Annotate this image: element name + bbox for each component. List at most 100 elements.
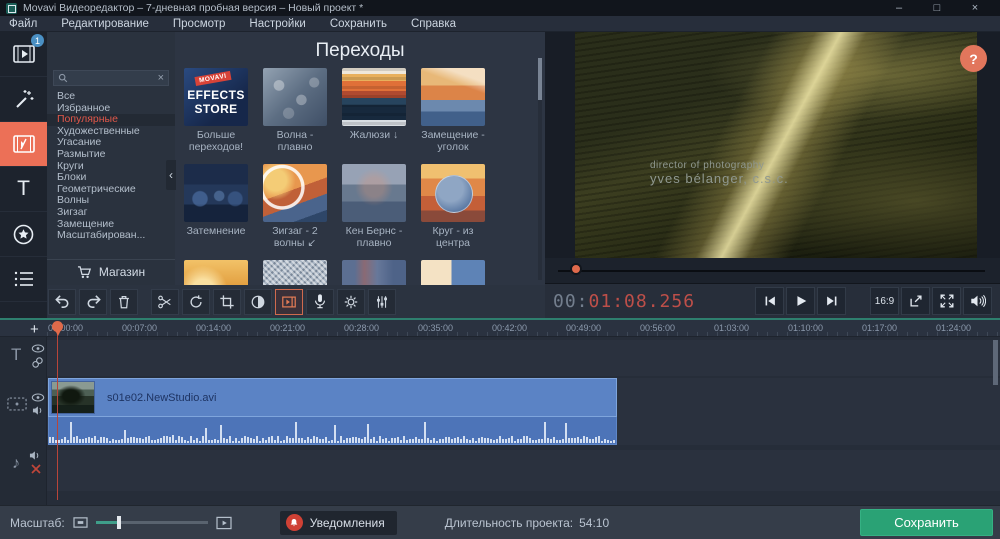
undo-button[interactable] bbox=[48, 289, 76, 315]
waveform-bar bbox=[352, 437, 354, 443]
playhead-line[interactable] bbox=[57, 324, 58, 500]
category-item[interactable]: Масштабирован... bbox=[47, 230, 175, 242]
split-button[interactable] bbox=[151, 289, 179, 315]
volume-button[interactable] bbox=[963, 287, 992, 315]
sidebar-item-titles[interactable]: T bbox=[0, 167, 47, 212]
playhead-pin[interactable] bbox=[52, 321, 63, 332]
transition-item[interactable]: Жалюзи ↓ bbox=[342, 68, 406, 153]
transition-item[interactable]: Волна - плавно bbox=[263, 68, 327, 153]
transition-wizard-button[interactable] bbox=[275, 289, 303, 315]
waveform-bar bbox=[238, 441, 240, 443]
transition-item[interactable]: Зигзаг - 2 волны ↙ bbox=[263, 164, 327, 249]
help-button[interactable]: ? bbox=[960, 45, 987, 72]
timeline-zoom-slider[interactable] bbox=[96, 521, 208, 524]
waveform-bar bbox=[514, 441, 516, 443]
menu-item[interactable]: Справка bbox=[411, 18, 456, 30]
record-voice-button[interactable] bbox=[306, 289, 334, 315]
clip-properties-button[interactable] bbox=[337, 289, 365, 315]
menu-item[interactable]: Файл bbox=[9, 18, 37, 30]
category-item[interactable]: Размытие bbox=[47, 149, 175, 161]
notifications-button[interactable]: Уведомления bbox=[280, 511, 397, 535]
timeline-clip[interactable]: s01e02.NewStudio.avi bbox=[48, 378, 617, 445]
split-transition-thumbnail-partial[interactable] bbox=[421, 260, 485, 285]
transitions-scrollbar[interactable] bbox=[538, 58, 542, 280]
audio-properties-button[interactable] bbox=[368, 289, 396, 315]
titles-link-icon[interactable] bbox=[31, 356, 44, 369]
video-mute-speaker-icon[interactable] bbox=[32, 405, 44, 416]
audio-track[interactable] bbox=[47, 450, 1000, 491]
category-item[interactable]: Все bbox=[47, 91, 175, 103]
aspect-ratio-button[interactable]: 16:9 bbox=[870, 287, 899, 315]
sidebar-item-transitions[interactable] bbox=[0, 122, 47, 167]
transition-item[interactable]: Затемнение bbox=[184, 164, 248, 249]
store-button[interactable]: Магазин bbox=[47, 259, 175, 283]
waveform-bar bbox=[595, 437, 597, 443]
audio-unlink-icon[interactable] bbox=[30, 463, 42, 475]
seek-bar[interactable] bbox=[558, 270, 985, 272]
zoom-out-clip-icon[interactable] bbox=[73, 516, 88, 529]
menu-item[interactable]: Редактирование bbox=[61, 18, 149, 30]
crop-button[interactable] bbox=[213, 289, 241, 315]
sidebar-item-stickers[interactable] bbox=[0, 212, 47, 257]
waveform-bar bbox=[577, 437, 579, 443]
rotate-button[interactable] bbox=[182, 289, 210, 315]
close-button[interactable]: × bbox=[956, 2, 994, 14]
collapse-panel-button[interactable]: ‹ bbox=[166, 160, 176, 190]
timecode-hours: 00: bbox=[553, 291, 589, 312]
sidebar-item-filters[interactable] bbox=[0, 77, 47, 122]
titles-track[interactable] bbox=[47, 340, 1000, 376]
menu-item[interactable]: Просмотр bbox=[173, 18, 226, 30]
sidebar-item-media-import[interactable]: 1 bbox=[0, 32, 47, 77]
delete-button[interactable] bbox=[110, 289, 138, 315]
scrollbar-thumb[interactable] bbox=[538, 58, 542, 100]
minimize-button[interactable]: – bbox=[880, 2, 918, 14]
transition-item[interactable]: Кен Бернс - плавно bbox=[342, 164, 406, 249]
video-visibility-eye-icon[interactable] bbox=[31, 393, 45, 402]
waveform-bar bbox=[367, 424, 369, 443]
waveform-bar bbox=[454, 438, 456, 443]
maximize-button[interactable]: □ bbox=[918, 2, 956, 14]
next-frame-button[interactable] bbox=[817, 287, 846, 315]
add-track-button[interactable]: + bbox=[30, 321, 39, 338]
slider-handle[interactable] bbox=[117, 516, 121, 529]
transition-item[interactable]: Круг - из центра bbox=[421, 164, 485, 249]
scale-label: Масштаб: bbox=[10, 516, 65, 530]
seek-handle[interactable] bbox=[570, 263, 582, 275]
speaker-icon bbox=[969, 293, 986, 309]
previous-frame-button[interactable] bbox=[755, 287, 784, 315]
transition-item[interactable]: MOVAVIEFFECTSSTOREБольше переходов! bbox=[184, 68, 248, 153]
search-input[interactable] bbox=[71, 73, 155, 84]
timeline-scrollbar-thumb[interactable] bbox=[993, 340, 998, 385]
sunset-gradient-thumbnail-partial[interactable] bbox=[184, 260, 248, 285]
redo-button[interactable] bbox=[79, 289, 107, 315]
menu-item[interactable]: Сохранить bbox=[330, 18, 387, 30]
menu-item[interactable]: Настройки bbox=[249, 18, 305, 30]
titles-visibility-eye-icon[interactable] bbox=[31, 344, 45, 353]
play-button[interactable] bbox=[786, 287, 815, 315]
category-item[interactable]: Блоки bbox=[47, 172, 175, 184]
waveform-bar bbox=[583, 436, 585, 443]
color-adjust-button[interactable] bbox=[244, 289, 272, 315]
track-header-column: + T ♪ bbox=[0, 337, 47, 505]
category-item[interactable]: Зигзаг bbox=[47, 207, 175, 219]
blur-transition-thumbnail-partial[interactable] bbox=[342, 260, 406, 285]
search-box: × bbox=[53, 70, 169, 86]
waveform-bar bbox=[91, 438, 93, 443]
waveform-bar bbox=[136, 438, 138, 443]
export-save-button[interactable]: Сохранить bbox=[860, 509, 993, 536]
timeline-ruler[interactable]: 00:00:0000:07:0000:14:0000:21:0000:28:00… bbox=[0, 320, 1000, 337]
waveform-bar bbox=[403, 436, 405, 443]
waveform-bar bbox=[427, 438, 429, 443]
clear-search-icon[interactable]: × bbox=[158, 73, 164, 84]
waveform-bar bbox=[406, 440, 408, 443]
waveform-bar bbox=[289, 438, 291, 443]
waveform-bar bbox=[502, 439, 504, 443]
sidebar-item-more-tools[interactable] bbox=[0, 257, 47, 302]
dissolve-noise-thumbnail-partial[interactable] bbox=[263, 260, 327, 285]
fullscreen-button[interactable] bbox=[932, 287, 961, 315]
transition-item[interactable]: Замещение - уголок bbox=[421, 68, 485, 153]
unpin-player-button[interactable] bbox=[901, 287, 930, 315]
audio-mute-speaker-icon[interactable] bbox=[29, 450, 41, 461]
audio-track-icon: ♪ bbox=[12, 455, 20, 473]
zoom-in-clip-icon[interactable] bbox=[216, 516, 232, 530]
